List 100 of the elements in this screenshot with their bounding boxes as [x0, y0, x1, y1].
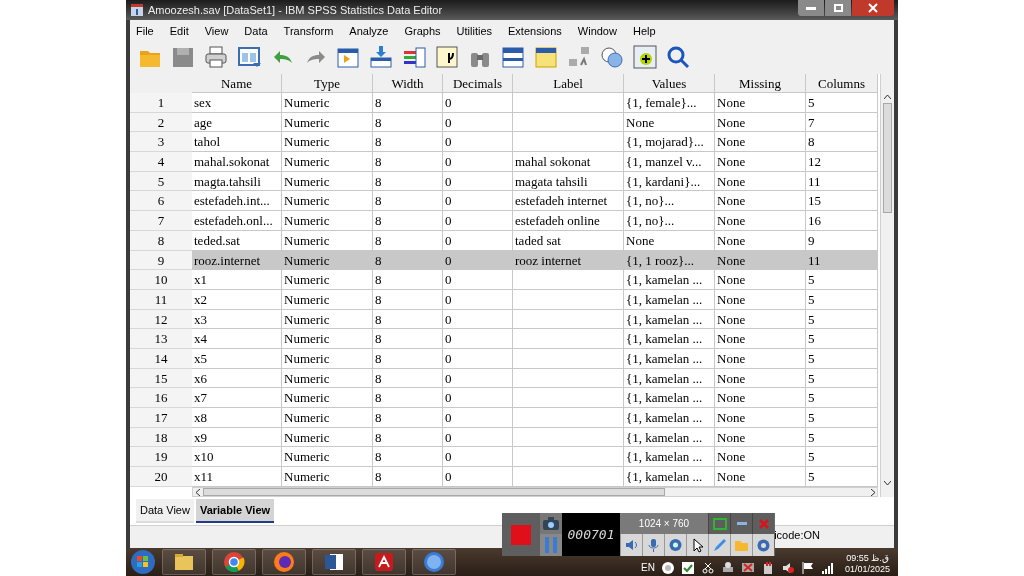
- scroll-left-icon[interactable]: [193, 487, 203, 497]
- table-row[interactable]: 1 sex Numeric 8 0 {1, female}... None 5: [130, 93, 878, 113]
- cursor-icon: [690, 537, 705, 553]
- network-icon[interactable]: [720, 561, 735, 575]
- menu-item[interactable]: Edit: [169, 22, 189, 40]
- network-error-icon[interactable]: [740, 561, 755, 575]
- taskbar-button[interactable]: [212, 549, 256, 575]
- table-cell: Numeric: [282, 93, 373, 113]
- scissors-icon[interactable]: [700, 561, 715, 575]
- table-icon[interactable]: [501, 45, 525, 69]
- taskbar-button[interactable]: [412, 549, 456, 575]
- start-button-icon[interactable]: [130, 549, 156, 575]
- table-row[interactable]: 17 x8 Numeric 8 0 {1, kamelan ... None 5: [130, 408, 878, 428]
- vertical-scrollbar[interactable]: [880, 74, 894, 497]
- minimize-button[interactable]: [798, 0, 824, 16]
- signal-icon[interactable]: [820, 561, 835, 575]
- table-cell: {1, manzel v...: [624, 152, 715, 172]
- table-row[interactable]: 5 magta.tahsili Numeric 8 0 magata tahsili {1, kardani}... None 11: [130, 171, 878, 192]
- table-row[interactable]: 18 x9 Numeric 8 0 {1, kamelan ... None 5: [130, 427, 878, 448]
- gear-button[interactable]: [752, 534, 774, 556]
- microphone-icon: [646, 537, 661, 553]
- row-number: 11: [130, 289, 192, 310]
- menu-item[interactable]: Utilities: [456, 22, 492, 40]
- table-row[interactable]: 19 x10 Numeric 8 0 {1, kamelan ... None 5: [130, 447, 878, 468]
- table-row[interactable]: 4 mahal.sokonat Numeric 8 0 mahal sokonat {1, manzel v... None 12: [130, 152, 878, 172]
- menu-item[interactable]: File: [136, 22, 154, 40]
- webcam-button[interactable]: [664, 534, 686, 556]
- table-row[interactable]: 10 x1 Numeric 8 0 {1, kamelan ... None 5: [130, 270, 878, 290]
- scroll-up-icon[interactable]: [884, 95, 891, 100]
- scroll-thumb[interactable]: [883, 103, 892, 213]
- table-row[interactable]: 6 estefadeh.int... Numeric 8 0 estefadeh internet {1, no}... None 15: [130, 191, 878, 212]
- scroll-down-icon[interactable]: [884, 480, 891, 485]
- weight-cases-icon[interactable]: [567, 45, 591, 69]
- clock-date[interactable]: 01/01/2025: [844, 564, 890, 575]
- table-download-icon[interactable]: [369, 45, 393, 69]
- menu-item[interactable]: Extensions: [508, 22, 562, 40]
- search-icon[interactable]: [666, 45, 690, 69]
- menu-item[interactable]: Transform: [283, 22, 334, 40]
- table-cell: Numeric: [282, 408, 373, 428]
- bars-table-icon[interactable]: [402, 45, 426, 69]
- speaker-button[interactable]: [620, 534, 642, 556]
- taskbar-button[interactable]: [362, 549, 406, 575]
- volume-muted-icon[interactable]: [780, 561, 795, 575]
- table-cell: 0: [443, 230, 513, 251]
- cursor-button[interactable]: [686, 534, 708, 556]
- table-row[interactable]: 16 x7 Numeric 8 0 {1, kamelan ... None 5: [130, 388, 878, 408]
- table-cell: {1, kamelan ...: [624, 289, 715, 310]
- table-cell: 8: [373, 270, 443, 290]
- taskbar-button[interactable]: [312, 549, 356, 575]
- clock-time[interactable]: 09:55 ق.ظ: [846, 553, 889, 564]
- table-cell: 0: [443, 152, 513, 172]
- screenshot-button[interactable]: [540, 513, 562, 534]
- scroll-thumb[interactable]: [203, 488, 665, 496]
- table-row[interactable]: 14 x5 Numeric 8 0 {1, kamelan ... None 5: [130, 348, 878, 369]
- menu-item[interactable]: Analyze: [349, 22, 389, 40]
- table-row[interactable]: 8 teded.sat Numeric 8 0 taded sat None None 9: [130, 230, 878, 251]
- table-cell: {1, kamelan ...: [624, 408, 715, 428]
- table-cell: 0: [443, 289, 513, 310]
- printer-icon[interactable]: [204, 45, 228, 69]
- table-row[interactable]: 13 x4 Numeric 8 0 {1, kamelan ... None 5: [130, 329, 878, 349]
- flag-icon[interactable]: [800, 561, 815, 575]
- menu-item[interactable]: Window: [577, 22, 617, 40]
- close-icon: [758, 518, 769, 529]
- window-icon[interactable]: [237, 45, 261, 69]
- table-row[interactable]: 7 estefadeh.onl... Numeric 8 0 estefadeh online {1, no}... None 16: [130, 211, 878, 231]
- microphone-button[interactable]: [642, 534, 664, 556]
- menu-item[interactable]: View: [204, 22, 229, 40]
- table-cell: {1, kamelan ...: [624, 467, 715, 487]
- taskbar-button[interactable]: [162, 549, 206, 575]
- table-cell: 8: [373, 152, 443, 172]
- close-button[interactable]: [852, 0, 894, 16]
- maximize-button[interactable]: [825, 0, 851, 16]
- table-row[interactable]: 15 x6 Numeric 8 0 {1, kamelan ... None 5: [130, 368, 878, 389]
- image-plus-icon[interactable]: [633, 45, 657, 69]
- table-cell: 0: [443, 329, 513, 349]
- table-row[interactable]: 3 tahol Numeric 8 0 {1, mojarad}... None 8: [130, 132, 878, 153]
- table-row[interactable]: 20 x11 Numeric 8 0 {1, kamelan ... None 5: [130, 467, 878, 487]
- menu-item[interactable]: Help: [632, 22, 656, 40]
- record-icon[interactable]: [660, 561, 675, 575]
- table-cell: Numeric: [282, 348, 373, 369]
- firefox-icon: [272, 550, 296, 574]
- table-mu-icon[interactable]: [435, 45, 459, 69]
- table-row[interactable]: 11 x2 Numeric 8 0 {1, kamelan ... None 5: [130, 289, 878, 310]
- checkbox-icon[interactable]: [680, 561, 695, 575]
- table-icon[interactable]: [534, 45, 558, 69]
- table-row[interactable]: 12 x3 Numeric 8 0 {1, kamelan ... None 5: [130, 309, 878, 330]
- minimize-recorder-button[interactable]: [730, 513, 752, 534]
- row-number: 17: [130, 408, 192, 428]
- region-button[interactable]: [708, 513, 730, 534]
- horizontal-scrollbar[interactable]: [192, 487, 878, 497]
- table-cell: 16: [806, 211, 878, 231]
- language-indicator[interactable]: EN: [641, 560, 655, 575]
- circles-icon[interactable]: [600, 45, 624, 69]
- menu-item[interactable]: Graphs: [404, 22, 441, 40]
- table-row[interactable]: 9 rooz.internet Numeric 8 0 rooz internet {1, 1 rooz}... None 11: [130, 250, 878, 271]
- menu-item[interactable]: Data: [244, 22, 268, 40]
- table-row[interactable]: 2 age Numeric 8 0 None None 7: [130, 112, 878, 133]
- table-cell: Numeric: [282, 289, 373, 310]
- view-tab[interactable]: Variable View: [195, 499, 275, 523]
- view-tab[interactable]: Data View: [136, 499, 194, 523]
